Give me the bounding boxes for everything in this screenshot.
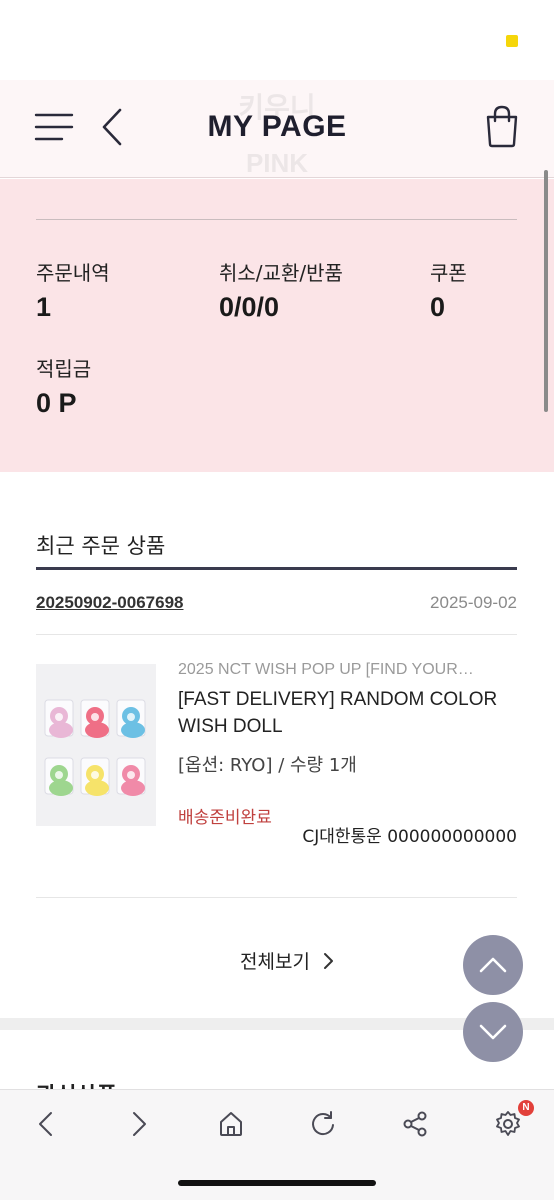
home-indicator [178,1180,376,1186]
points-value: 0 P [36,388,77,418]
settings-icon [496,1111,520,1136]
scrollbar-thumb[interactable] [544,170,548,412]
header-ghost-subtext: PINK [245,148,309,178]
chevron-left-icon [102,108,122,146]
page-header: 키우니 PINK MY PAGE [0,80,554,178]
hamburger-menu-icon [34,113,74,141]
points-stat[interactable]: 적립금 0 P [36,353,91,419]
doll-figure [116,757,146,796]
status-indicator-dot [506,35,518,47]
order-number-link[interactable]: 20250902-0067698 [36,593,183,613]
account-summary-panel: 주문내역 1 취소/교환/반품 0/0/0 쿠폰 0 적립금 0 P [0,179,554,472]
order-date: 2025-09-02 [430,593,517,612]
doll-figure [80,699,110,738]
menu-button[interactable] [34,110,74,144]
product-name[interactable]: [FAST DELIVERY] RANDOM COLOR WISH DOLL [178,686,520,740]
refresh-icon [312,1111,334,1136]
product-thumbnail[interactable] [36,664,156,826]
orders-stat[interactable]: 주문내역 1 [36,257,110,323]
cancel-exchange-return-count: 0/0/0 [219,292,280,322]
share-icon [403,1111,427,1137]
doll-figure [44,757,74,796]
tracking-info[interactable]: CJ대한통운 000000000000 [280,822,517,847]
browser-home-button[interactable] [211,1104,251,1144]
scroll-top-button[interactable] [463,935,523,995]
doll-figure [44,699,74,738]
browser-forward-button[interactable] [119,1104,159,1144]
doll-figure [80,757,110,796]
coupon-label: 쿠폰 [430,261,467,285]
home-icon [220,1112,242,1136]
view-all-button[interactable]: 전체보기 [240,947,334,974]
product-image [44,699,146,796]
points-label: 적립금 [36,357,92,381]
delivery-status: 배송준비완료 [178,808,272,828]
header-ghost-text: 키우니 [238,91,316,124]
summary-divider [36,219,517,220]
chevron-up-icon [479,957,507,973]
chevron-right-icon [133,1112,146,1136]
browser-back-button[interactable] [26,1104,66,1144]
browser-refresh-button[interactable] [303,1104,343,1144]
product-divider [36,897,517,898]
cancel-exchange-return-label: 취소/교환/반품 [219,261,343,285]
browser-share-button[interactable] [395,1104,435,1144]
scroll-bottom-button[interactable] [463,1002,523,1062]
status-bar [0,0,554,80]
chevron-down-icon [479,1024,507,1040]
browser-settings-button[interactable]: N [488,1100,534,1144]
chevron-right-icon [323,952,333,969]
view-all-label: 전체보기 [240,951,310,973]
coupon-count: 0 [430,292,446,322]
order-divider [36,634,517,635]
notification-badge: N [518,1100,534,1116]
doll-figure [116,699,146,738]
recent-orders-rule [36,567,517,570]
coupon-stat[interactable]: 쿠폰 0 [430,257,467,323]
recent-orders-title: 최근 주문 상품 [36,534,166,558]
orders-count: 1 [36,292,52,322]
cancel-exchange-return-stat[interactable]: 취소/교환/반품 0/0/0 [219,257,343,323]
product-option: [옵션: RYO] / 수량 1개 [178,755,357,776]
cart-button[interactable] [482,104,522,148]
chevron-left-icon [39,1112,52,1136]
orders-label: 주문내역 [36,261,110,285]
back-button[interactable] [98,106,128,148]
product-event-name: 2025 NCT WISH POP UP [FIND YOUR… [178,661,474,678]
shopping-bag-icon [486,105,518,148]
